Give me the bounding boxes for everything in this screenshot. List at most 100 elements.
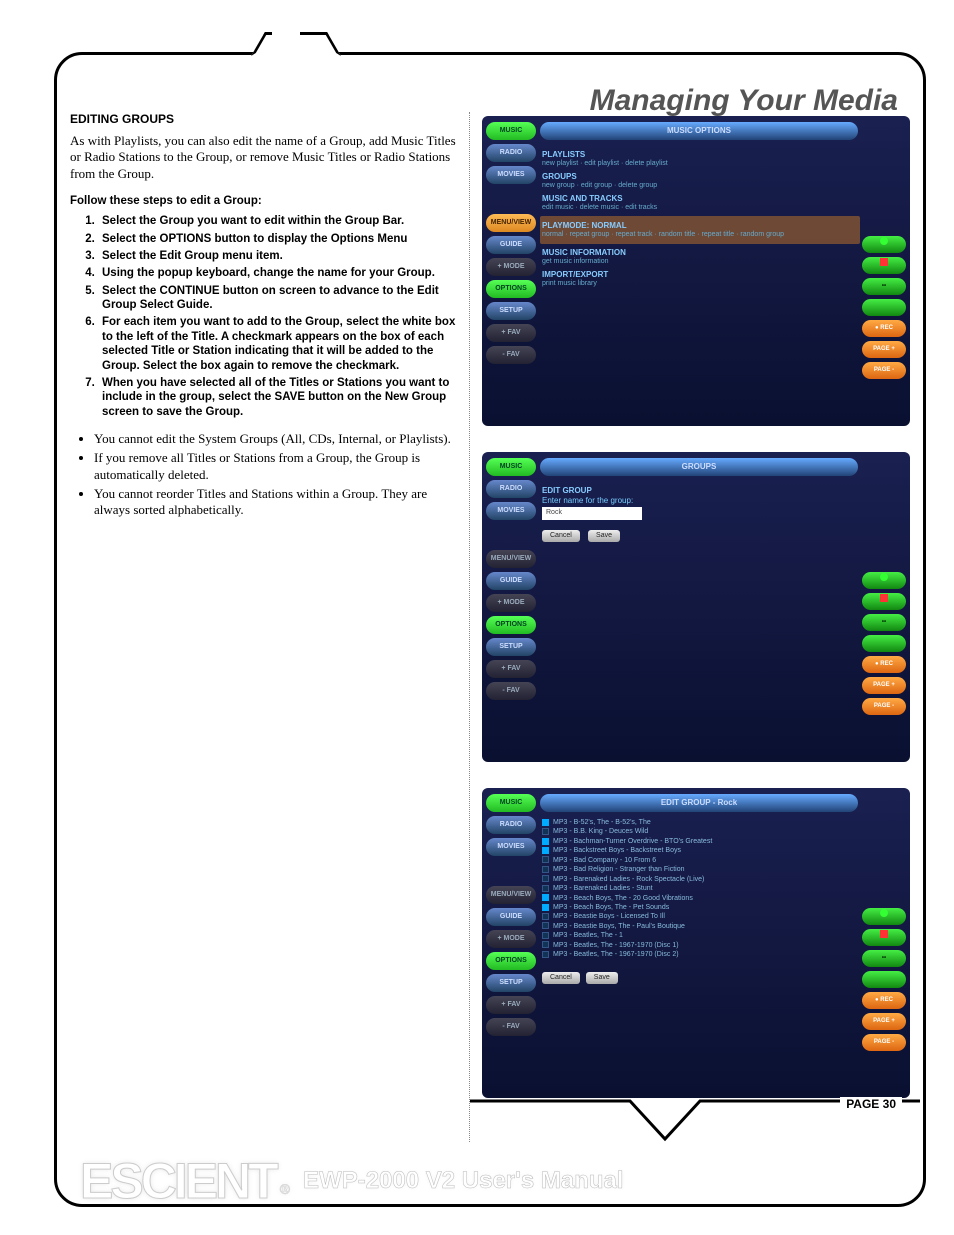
rec-button[interactable]: ● REC: [862, 656, 906, 673]
option-sub[interactable]: new group · edit group · delete group: [542, 182, 858, 190]
checkbox-icon[interactable]: [542, 875, 549, 882]
nav-guide[interactable]: GUIDE: [486, 908, 536, 926]
rec-button[interactable]: ● REC: [862, 992, 906, 1009]
option-sub[interactable]: normal · repeat group · repeat track · r…: [542, 231, 858, 239]
option-sub[interactable]: get music information: [542, 258, 858, 266]
checkbox-icon[interactable]: [542, 922, 549, 929]
nav-guide[interactable]: GUIDE: [486, 236, 536, 254]
track-row[interactable]: MP3 - Bachman-Turner Overdrive - BTO's G…: [542, 837, 858, 846]
nav-setup[interactable]: SETUP: [486, 302, 536, 320]
checkbox-icon[interactable]: [542, 932, 549, 939]
checkbox-icon[interactable]: [542, 904, 549, 911]
option-sub[interactable]: new playlist · edit playlist · delete pl…: [542, 160, 858, 168]
track-row[interactable]: MP3 - Barenaked Ladies - Stunt: [542, 884, 858, 893]
steps-list: Select the Group you want to edit within…: [98, 214, 459, 419]
indicator: [862, 593, 906, 610]
cancel-button[interactable]: Cancel: [542, 530, 580, 542]
option-header: GROUPS: [542, 172, 858, 182]
nav-music[interactable]: MUSIC: [486, 458, 536, 476]
nav-radio[interactable]: RADIO: [486, 480, 536, 498]
nav-movies[interactable]: MOVIES: [486, 838, 536, 856]
save-button[interactable]: Save: [586, 972, 618, 984]
track-row[interactable]: MP3 - Beach Boys, The - Pet Sounds: [542, 903, 858, 912]
track-row[interactable]: MP3 - Beastie Boys, The - Paul's Boutiqu…: [542, 922, 858, 931]
track-row[interactable]: MP3 - B.B. King - Deuces Wild: [542, 827, 858, 836]
screen-title: GROUPS: [540, 458, 858, 476]
track-row[interactable]: MP3 - Beatles, The - 1: [542, 931, 858, 940]
nav-mode[interactable]: + MODE: [486, 594, 536, 612]
nav-fav-minus[interactable]: - FAV: [486, 682, 536, 700]
page-up[interactable]: PAGE +: [862, 677, 906, 694]
track-row[interactable]: MP3 - Beatles, The - 1967-1970 (Disc 1): [542, 941, 858, 950]
track-row[interactable]: MP3 - Backstreet Boys - Backstreet Boys: [542, 846, 858, 855]
checkbox-icon[interactable]: [542, 951, 549, 958]
nav-setup[interactable]: SETUP: [486, 974, 536, 992]
checkbox-icon[interactable]: [542, 941, 549, 948]
rec-button[interactable]: ● REC: [862, 320, 906, 337]
track-row[interactable]: MP3 - Barenaked Ladies - Rock Spectacle …: [542, 875, 858, 884]
nav-movies[interactable]: MOVIES: [486, 502, 536, 520]
page-up[interactable]: PAGE +: [862, 341, 906, 358]
step: When you have selected all of the Titles…: [98, 376, 459, 419]
nav-setup[interactable]: SETUP: [486, 638, 536, 656]
checkbox-icon[interactable]: [542, 866, 549, 873]
step: Select the CONTINUE button on screen to …: [98, 284, 459, 313]
nav-fav-plus[interactable]: + FAV: [486, 660, 536, 678]
nav-menuview[interactable]: MENU/VIEW: [486, 550, 536, 568]
footer-chevron: PAGE 30: [470, 1095, 920, 1153]
page-up[interactable]: PAGE +: [862, 1013, 906, 1030]
option-sub[interactable]: print music library: [542, 280, 858, 288]
checkbox-icon[interactable]: [542, 913, 549, 920]
save-button[interactable]: Save: [588, 530, 620, 542]
nav-radio[interactable]: RADIO: [486, 816, 536, 834]
nav-fav-plus[interactable]: + FAV: [486, 996, 536, 1014]
track-row[interactable]: MP3 - B-52's, The - B-52's, The: [542, 818, 858, 827]
indicator: ••: [862, 950, 906, 967]
nav-options[interactable]: OPTIONS: [486, 616, 536, 634]
note: You cannot edit the System Groups (All, …: [94, 431, 459, 447]
follow-label: Follow these steps to edit a Group:: [70, 194, 459, 208]
nav-mode[interactable]: + MODE: [486, 930, 536, 948]
track-row[interactable]: MP3 - Bad Company - 10 From 6: [542, 856, 858, 865]
checkbox-icon[interactable]: [542, 856, 549, 863]
nav-options[interactable]: OPTIONS: [486, 952, 536, 970]
checkbox-icon[interactable]: [542, 894, 549, 901]
brand-logo: ESCIENT®: [80, 1152, 283, 1210]
page-down[interactable]: PAGE -: [862, 362, 906, 379]
checkbox-icon[interactable]: [542, 828, 549, 835]
indicator: [862, 929, 906, 946]
checkbox-icon[interactable]: [542, 819, 549, 826]
nav-radio[interactable]: RADIO: [486, 144, 536, 162]
cancel-button[interactable]: Cancel: [542, 972, 580, 984]
checkbox-icon[interactable]: [542, 847, 549, 854]
option-header: PLAYLISTS: [542, 150, 858, 160]
nav-music[interactable]: MUSIC: [486, 794, 536, 812]
nav-fav-minus[interactable]: - FAV: [486, 346, 536, 364]
section-heading: EDITING GROUPS: [70, 112, 459, 127]
nav-menuview[interactable]: MENU/VIEW: [486, 214, 536, 232]
page-down[interactable]: PAGE -: [862, 698, 906, 715]
option-sub[interactable]: edit music · delete music · edit tracks: [542, 204, 858, 212]
indicator: [862, 299, 906, 316]
screenshot-edit-group-tracks: MUSIC RADIO MOVIES MENU/VIEW GUIDE + MOD…: [482, 788, 910, 1098]
nav-fav-plus[interactable]: + FAV: [486, 324, 536, 342]
page-down[interactable]: PAGE -: [862, 1034, 906, 1051]
nav-music[interactable]: MUSIC: [486, 122, 536, 140]
nav-fav-minus[interactable]: - FAV: [486, 1018, 536, 1036]
options-panel: PLAYLISTSnew playlist · edit playlist · …: [542, 146, 858, 292]
indicator: [862, 908, 906, 925]
track-row[interactable]: MP3 - Beach Boys, The - 20 Good Vibratio…: [542, 894, 858, 903]
nav-options[interactable]: OPTIONS: [486, 280, 536, 298]
nav-guide[interactable]: GUIDE: [486, 572, 536, 590]
step: For each item you want to add to the Gro…: [98, 315, 459, 373]
track-row[interactable]: MP3 - Bad Religion - Stranger than Ficti…: [542, 865, 858, 874]
indicator: [862, 236, 906, 253]
nav-mode[interactable]: + MODE: [486, 258, 536, 276]
track-row[interactable]: MP3 - Beastie Boys - Licensed To Ill: [542, 912, 858, 921]
group-name-input[interactable]: Rock: [542, 507, 642, 519]
nav-menuview[interactable]: MENU/VIEW: [486, 886, 536, 904]
nav-movies[interactable]: MOVIES: [486, 166, 536, 184]
checkbox-icon[interactable]: [542, 885, 549, 892]
track-row[interactable]: MP3 - Beatles, The - 1967-1970 (Disc 2): [542, 950, 858, 959]
checkbox-icon[interactable]: [542, 838, 549, 845]
